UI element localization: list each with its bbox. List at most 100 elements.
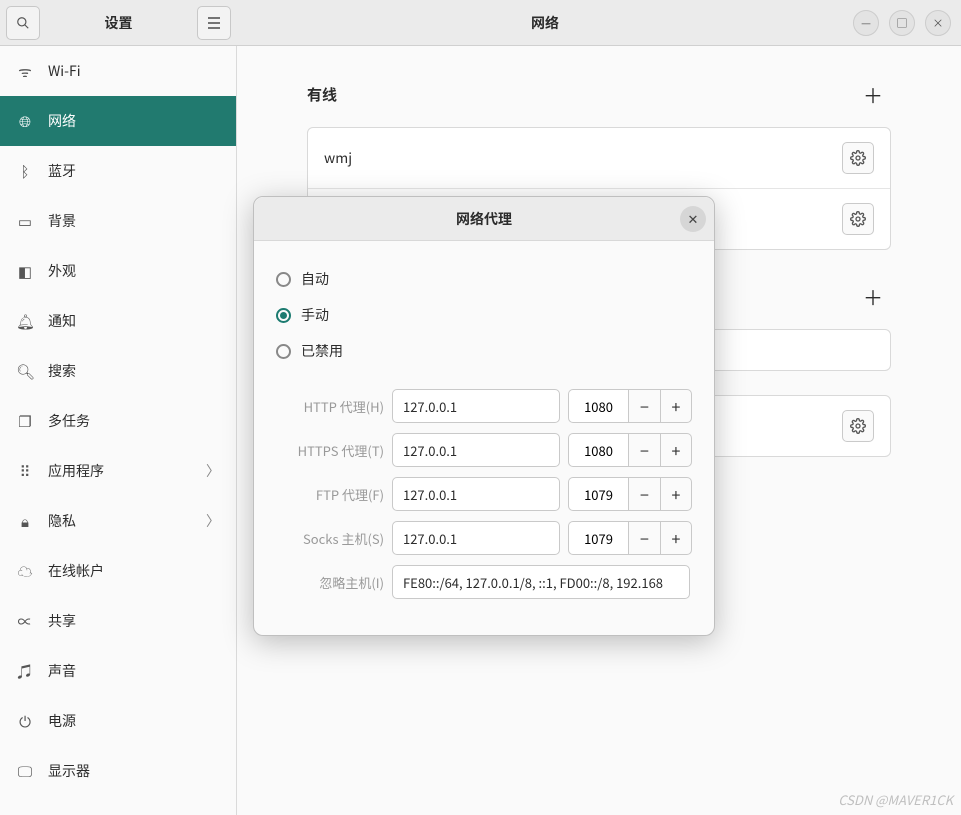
lock-icon: 🔒︎ (16, 511, 34, 532)
https-port-increment[interactable]: + (660, 433, 692, 467)
bell-icon: 🔔︎ (16, 311, 34, 332)
power-icon: ⏻ (16, 711, 34, 732)
sidebar-item-notifications[interactable]: 🔔︎ 通知 (0, 296, 236, 346)
sidebar-item-label: 隐私 (48, 511, 76, 531)
ignore-hosts-input[interactable] (392, 565, 690, 599)
hamburger-icon (207, 17, 221, 29)
https-port-decrement[interactable]: − (628, 433, 660, 467)
minus-icon: − (640, 526, 649, 550)
sidebar-item-label: 在线帐户 (48, 561, 104, 581)
connection-name: wmj (324, 148, 352, 168)
http-proxy-host-input[interactable] (392, 389, 560, 423)
proxy-settings-button[interactable] (842, 410, 874, 442)
plus-icon: + (672, 438, 681, 462)
sidebar-item-online-accounts[interactable]: ☁︎ 在线帐户 (0, 546, 236, 596)
add-vpn-button[interactable]: ＋ (855, 278, 891, 315)
sidebar-item-power[interactable]: ⏻电源 (0, 696, 236, 746)
socks-port-increment[interactable]: + (660, 521, 692, 555)
settings-title: 设置 (46, 13, 191, 33)
sidebar-item-label: 应用程序 (48, 461, 104, 481)
globe-icon: 🌐︎ (16, 111, 34, 132)
radio-icon (276, 308, 291, 323)
close-icon: × (933, 15, 944, 31)
titlebar: 设置 网络 — □ × (0, 0, 961, 46)
add-connection-button[interactable]: ＋ (855, 76, 891, 113)
background-icon: ▭ (16, 211, 34, 232)
ftp-proxy-label: FTP 代理(F) (276, 485, 384, 504)
bluetooth-icon: ᛒ (16, 161, 34, 182)
share-icon: ∝ (16, 611, 34, 632)
close-icon: ✕ (688, 209, 699, 228)
cloud-icon: ☁︎ (16, 561, 34, 582)
ftp-port-decrement[interactable]: − (628, 477, 660, 511)
radio-manual[interactable]: 手动 (276, 297, 692, 333)
https-proxy-label: HTTPS 代理(T) (276, 441, 384, 460)
sidebar: ᯤWi-Fi 🌐︎ 网络 ᛒ 蓝牙 ▭ 背景 ◧外观 🔔︎ 通知 🔍︎搜索 ❐多任务 ⠿… (0, 46, 237, 815)
proxy-mode-radio-group: 自动 手动 已禁用 (276, 261, 692, 369)
socks-port-decrement[interactable]: − (628, 521, 660, 555)
gear-icon (850, 211, 866, 227)
sidebar-item-sound[interactable]: ♫声音 (0, 646, 236, 696)
display-icon: 🖵 (16, 761, 34, 782)
sidebar-item-label: 声音 (48, 661, 76, 681)
minimize-icon: — (861, 15, 871, 31)
window-minimize[interactable]: — (853, 10, 879, 36)
radio-label: 自动 (301, 269, 329, 289)
radio-disabled[interactable]: 已禁用 (276, 333, 692, 369)
multitask-icon: ❐ (16, 411, 34, 432)
sidebar-item-wifi[interactable]: ᯤWi-Fi (0, 46, 236, 96)
sidebar-item-applications[interactable]: ⠿应用程序〉 (0, 446, 236, 496)
ftp-port-increment[interactable]: + (660, 477, 692, 511)
plus-icon: + (672, 482, 681, 506)
sidebar-item-label: 显示器 (48, 761, 90, 781)
sidebar-item-sharing[interactable]: ∝共享 (0, 596, 236, 646)
maximize-icon: □ (897, 15, 908, 31)
window-maximize[interactable]: □ (889, 10, 915, 36)
minus-icon: − (640, 394, 649, 418)
sidebar-item-background[interactable]: ▭ 背景 (0, 196, 236, 246)
sidebar-item-multitask[interactable]: ❐多任务 (0, 396, 236, 446)
sidebar-item-network[interactable]: 🌐︎ 网络 (0, 96, 236, 146)
plus-icon: + (672, 394, 681, 418)
http-port-decrement[interactable]: − (628, 389, 660, 423)
http-proxy-port-input[interactable] (568, 389, 628, 423)
https-proxy-port-input[interactable] (568, 433, 628, 467)
radio-label: 已禁用 (301, 341, 343, 361)
ftp-proxy-host-input[interactable] (392, 477, 560, 511)
apps-icon: ⠿ (16, 461, 34, 482)
window-close[interactable]: × (925, 10, 951, 36)
sidebar-item-displays[interactable]: 🖵 显示器 (0, 746, 236, 796)
sidebar-item-label: 通知 (48, 311, 76, 331)
menu-button[interactable] (197, 6, 231, 40)
https-proxy-host-input[interactable] (392, 433, 560, 467)
ignore-hosts-label: 忽略主机(I) (276, 573, 384, 592)
sidebar-item-appearance[interactable]: ◧外观 (0, 246, 236, 296)
page-title: 网络 (237, 13, 853, 33)
sidebar-item-search[interactable]: 🔍︎搜索 (0, 346, 236, 396)
connection-settings-button[interactable] (842, 203, 874, 235)
connection-row[interactable]: wmj (308, 128, 890, 189)
chevron-right-icon: 〉 (206, 511, 220, 531)
dialog-close-button[interactable]: ✕ (680, 206, 706, 232)
http-port-increment[interactable]: + (660, 389, 692, 423)
socks-proxy-host-input[interactable] (392, 521, 560, 555)
search-button[interactable] (6, 6, 40, 40)
gear-icon (850, 418, 866, 434)
wired-heading: 有线 (307, 84, 337, 105)
sidebar-item-label: 网络 (48, 111, 76, 131)
socks-proxy-port-input[interactable] (568, 521, 628, 555)
ftp-proxy-port-input[interactable] (568, 477, 628, 511)
dialog-title: 网络代理 (254, 209, 714, 229)
sidebar-item-label: 蓝牙 (48, 161, 76, 181)
radio-auto[interactable]: 自动 (276, 261, 692, 297)
connection-settings-button[interactable] (842, 142, 874, 174)
sidebar-item-label: 背景 (48, 211, 76, 231)
sidebar-item-bluetooth[interactable]: ᛒ 蓝牙 (0, 146, 236, 196)
sidebar-item-label: Wi-Fi (48, 61, 81, 81)
search-icon: 🔍︎ (16, 361, 34, 382)
plus-icon: + (672, 526, 681, 550)
radio-icon (276, 272, 291, 287)
sidebar-item-label: 外观 (48, 261, 76, 281)
plus-icon: ＋ (863, 80, 883, 109)
sidebar-item-privacy[interactable]: 🔒︎ 隐私 〉 (0, 496, 236, 546)
